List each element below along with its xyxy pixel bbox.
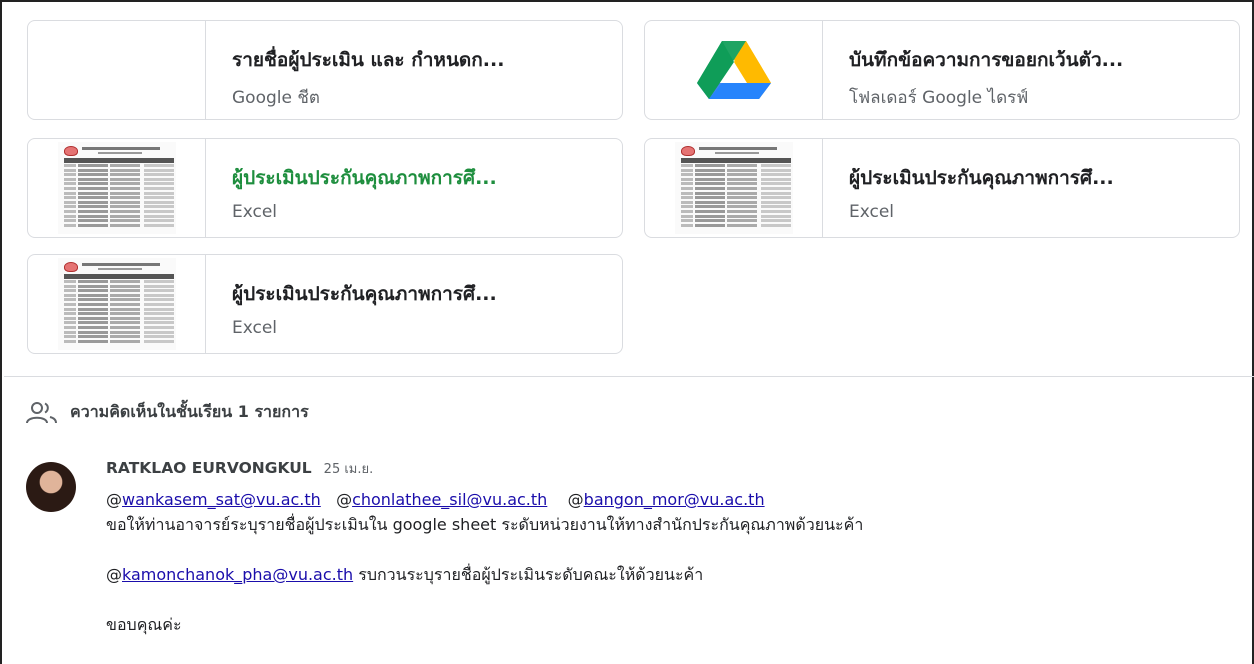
comment-body: @wankasem_sat@vu.ac.th @chonlathee_sil@v… bbox=[106, 487, 1226, 637]
mention-link-wankasem[interactable]: wankasem_sat@vu.ac.th bbox=[122, 490, 321, 509]
attachment-card-excel-3[interactable]: ผู้ประเมินประกันคุณภาพการศึ... Excel bbox=[27, 254, 623, 354]
spreadsheet-preview-image bbox=[57, 258, 176, 350]
attachment-title: บันทึกข้อความการขอยกเว้นตัว... bbox=[849, 49, 1124, 71]
attachment-thumbnail bbox=[645, 21, 823, 119]
mention-link-kamonchanok[interactable]: kamonchanok_pha@vu.ac.th bbox=[122, 565, 353, 584]
comment-line: ขอบคุณค่ะ bbox=[106, 615, 182, 634]
mention-prefix: @ bbox=[336, 490, 353, 509]
section-divider bbox=[4, 376, 1254, 377]
attachment-card-excel-1[interactable]: ผู้ประเมินประกันคุณภาพการศึ... Excel bbox=[27, 138, 623, 238]
mention-prefix: @ bbox=[106, 565, 122, 584]
attachment-title: รายชื่อผู้ประเมิน และ กำหนดก... bbox=[232, 49, 505, 71]
attachment-type: โฟลเดอร์ Google ไดรฟ์ bbox=[849, 88, 1029, 108]
google-drive-icon bbox=[696, 41, 771, 99]
mention-link-bangon[interactable]: bangon_mor@vu.ac.th bbox=[584, 490, 765, 509]
attachment-thumbnail-blank bbox=[28, 21, 206, 119]
comment-line: รบกวนระบุรายชื่อผู้ประเมินระดับคณะให้ด้ว… bbox=[353, 565, 704, 584]
attachment-title: ผู้ประเมินประกันคุณภาพการศึ... bbox=[849, 167, 1114, 189]
comments-count-label: ความคิดเห็นในชั้นเรียน 1 รายการ bbox=[70, 402, 309, 421]
attachment-title: ผู้ประเมินประกันคุณภาพการศึ... bbox=[232, 167, 497, 189]
attachment-thumbnail bbox=[28, 139, 206, 237]
people-icon bbox=[26, 401, 57, 423]
attachment-type: Google ชีต bbox=[232, 88, 320, 108]
classroom-attachments-panel: รายชื่อผู้ประเมิน และ กำหนดก... Google ช… bbox=[0, 0, 1254, 664]
spreadsheet-preview-image bbox=[57, 142, 176, 234]
mention-prefix: @ bbox=[106, 490, 122, 509]
attachment-type: Excel bbox=[232, 318, 278, 338]
comment-date: 25 เม.ย. bbox=[323, 462, 374, 477]
attachment-card-drive-folder[interactable]: บันทึกข้อความการขอยกเว้นตัว... โฟลเดอร์ … bbox=[644, 20, 1240, 120]
mention-link-chonlathee[interactable]: chonlathee_sil@vu.ac.th bbox=[352, 490, 547, 509]
comment-author: RATKLAO EURVONGKUL bbox=[106, 459, 312, 477]
comment-item: RATKLAO EURVONGKUL 25 เม.ย. @wankasem_sa… bbox=[106, 458, 1226, 637]
attachment-type: Excel bbox=[232, 202, 278, 222]
attachment-card-google-sheet[interactable]: รายชื่อผู้ประเมิน และ กำหนดก... Google ช… bbox=[27, 20, 623, 120]
spreadsheet-preview-image bbox=[674, 142, 793, 234]
attachment-thumbnail bbox=[645, 139, 823, 237]
class-comments-header[interactable]: ความคิดเห็นในชั้นเรียน 1 รายการ bbox=[26, 400, 309, 425]
attachment-type: Excel bbox=[849, 202, 895, 222]
attachment-title: ผู้ประเมินประกันคุณภาพการศึ... bbox=[232, 283, 497, 305]
mention-prefix: @ bbox=[567, 490, 584, 509]
attachment-thumbnail bbox=[28, 255, 206, 353]
avatar[interactable] bbox=[26, 462, 76, 512]
attachment-card-excel-2[interactable]: ผู้ประเมินประกันคุณภาพการศึ... Excel bbox=[644, 138, 1240, 238]
comment-line: ขอให้ท่านอาจารย์ระบุรายชื่อผู้ประเมินใน … bbox=[106, 515, 864, 534]
